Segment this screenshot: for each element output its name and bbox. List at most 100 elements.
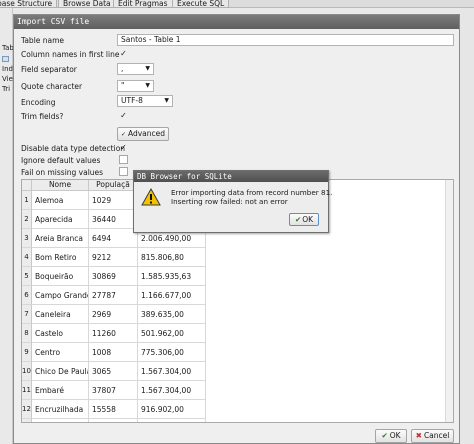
encoding-label: Encoding [21, 98, 56, 107]
table-cell-nome[interactable]: Caneleira [32, 305, 89, 324]
trim-fields-checkbox[interactable]: ✓ [119, 111, 128, 120]
disable-type-detection-label: Disable data type detection [21, 144, 126, 153]
row-header[interactable]: 13 [22, 419, 32, 422]
error-message-line-2: Inserting row failed: not an error [171, 197, 288, 206]
corner-header [22, 180, 32, 191]
table-cell-populacao[interactable]: 36440 [89, 210, 138, 229]
table-cell-populacao[interactable]: 15558 [89, 400, 138, 419]
row-header[interactable]: 9 [22, 343, 32, 362]
row-header[interactable]: 8 [22, 324, 32, 343]
vertical-scrollbar[interactable] [445, 180, 453, 422]
ok-check-icon: ✔ [381, 431, 388, 440]
table-cell-value[interactable]: 595.531,00 [138, 419, 206, 422]
encoding-select[interactable]: UTF-8 ▼ [117, 95, 173, 107]
table-cell-value[interactable]: 1.166.677,00 [138, 286, 206, 305]
fail-missing-checkbox[interactable] [119, 167, 128, 176]
tab-execute-sql[interactable]: Execute SQL [172, 0, 230, 8]
table-name-input[interactable]: Santos - Table 1 [117, 34, 454, 46]
table-cell-populacao[interactable]: 6494 [89, 229, 138, 248]
table-cell-value[interactable]: 1.567.304,00 [138, 381, 206, 400]
field-separator-value: , [121, 64, 124, 73]
table-cell-populacao[interactable]: 6127 [89, 419, 138, 422]
table-cell-nome[interactable]: Centro [32, 343, 89, 362]
ok-check-icon: ✔ [294, 215, 302, 224]
table-cell-value[interactable]: 1.585.935,63 [138, 267, 206, 286]
table-name-label: Table name [21, 36, 65, 45]
disable-type-detection-checkbox[interactable]: ✓ [119, 143, 128, 152]
column-names-checkbox[interactable]: ✓ [119, 49, 128, 58]
fail-missing-label: Fail on missing values [21, 168, 104, 177]
table-cell-nome[interactable]: Embaré [32, 381, 89, 400]
table-cell-nome[interactable]: Boqueirão [32, 267, 89, 286]
table-cell-value[interactable]: 775.306,00 [138, 343, 206, 362]
table-cell-nome[interactable]: Castelo [32, 324, 89, 343]
ignore-defaults-checkbox[interactable] [119, 155, 128, 164]
table-cell-populacao[interactable]: 1008 [89, 343, 138, 362]
row-header[interactable]: 11 [22, 381, 32, 400]
chevron-down-icon: ▼ [164, 97, 169, 104]
row-header[interactable]: 7 [22, 305, 32, 324]
cancel-button[interactable]: ✖ Cancel [411, 429, 454, 443]
table-cell-value[interactable]: 389.635,00 [138, 305, 206, 324]
chevron-down-icon: ▼ [145, 65, 150, 72]
table-cell-nome[interactable]: Alemoa [32, 191, 89, 210]
row-header[interactable]: 6 [22, 286, 32, 305]
advanced-button[interactable]: ✓ Advanced [117, 127, 169, 141]
table-cell-populacao[interactable]: 1029 [89, 191, 138, 210]
column-header-nome[interactable]: Nome [32, 180, 89, 191]
table-cell-value[interactable]: 815.806,80 [138, 248, 206, 267]
table-cell-populacao[interactable]: 9212 [89, 248, 138, 267]
row-header[interactable]: 10 [22, 362, 32, 381]
table-icon [2, 56, 9, 62]
error-message-line-1: Error importing data from record number … [171, 188, 333, 197]
tab-database-structure[interactable]: base Structure [0, 0, 58, 8]
message-ok-button[interactable]: ✔OK [289, 213, 319, 226]
table-cell-populacao[interactable]: 37807 [89, 381, 138, 400]
row-header[interactable]: 4 [22, 248, 32, 267]
tab-edit-pragmas[interactable]: Edit Pragmas [113, 0, 173, 8]
main-tab-bar: base Structure Browse Data Edit Pragmas … [0, 0, 474, 8]
table-cell-value[interactable]: 501.962,00 [138, 324, 206, 343]
message-box-title: DB Browser for SQLite [134, 171, 328, 182]
dialog-title: Import CSV file [14, 15, 459, 29]
column-header-populacao[interactable]: Populaçã [89, 180, 138, 191]
table-cell-populacao[interactable]: 2969 [89, 305, 138, 324]
cancel-x-icon: ✖ [415, 431, 422, 440]
row-header[interactable]: 5 [22, 267, 32, 286]
table-cell-nome[interactable]: Campo Grande [32, 286, 89, 305]
trim-fields-label: Trim fields? [21, 112, 64, 121]
row-header[interactable]: 12 [22, 400, 32, 419]
side-label-views: Vie [2, 75, 13, 83]
ok-button[interactable]: ✔ OK [375, 429, 407, 443]
quote-character-value: " [121, 81, 125, 90]
quote-character-label: Quote character [21, 82, 83, 91]
quote-character-select[interactable]: " ▼ [117, 80, 154, 92]
table-cell-populacao[interactable]: 30869 [89, 267, 138, 286]
table-cell-nome[interactable]: Areia Branca [32, 229, 89, 248]
encoding-value: UTF-8 [121, 96, 143, 105]
field-separator-select[interactable]: , ▼ [117, 63, 154, 75]
side-label-indices: Ind [2, 65, 13, 73]
table-cell-nome[interactable]: Chico De Paula [32, 362, 89, 381]
chevron-down-icon: ▼ [145, 82, 150, 89]
ignore-defaults-label: Ignore default values [21, 156, 101, 165]
field-separator-label: Field separator [21, 65, 77, 74]
table-cell-nome[interactable]: Encruzilhada [32, 400, 89, 419]
row-header[interactable]: 2 [22, 210, 32, 229]
table-cell-populacao[interactable]: 27787 [89, 286, 138, 305]
main-window-right-edge [460, 8, 474, 444]
row-header[interactable]: 3 [22, 229, 32, 248]
table-cell-nome[interactable]: Bom Retiro [32, 248, 89, 267]
column-names-label: Column names in first line [21, 50, 120, 59]
table-cell-value[interactable]: 1.567.304,00 [138, 362, 206, 381]
table-cell-nome[interactable]: Aparecida [32, 210, 89, 229]
table-cell-populacao[interactable]: 11260 [89, 324, 138, 343]
row-header[interactable]: 1 [22, 191, 32, 210]
tab-browse-data[interactable]: Browse Data [58, 0, 116, 8]
warning-icon [141, 188, 161, 206]
table-cell-nome[interactable]: Estuário [32, 419, 89, 422]
table-cell-value[interactable]: 916.902,00 [138, 400, 206, 419]
schema-side-panel: Tab Ind Vie Tri [0, 8, 14, 444]
table-cell-populacao[interactable]: 3065 [89, 362, 138, 381]
error-message-box: DB Browser for SQLite Error importing da… [133, 170, 333, 233]
